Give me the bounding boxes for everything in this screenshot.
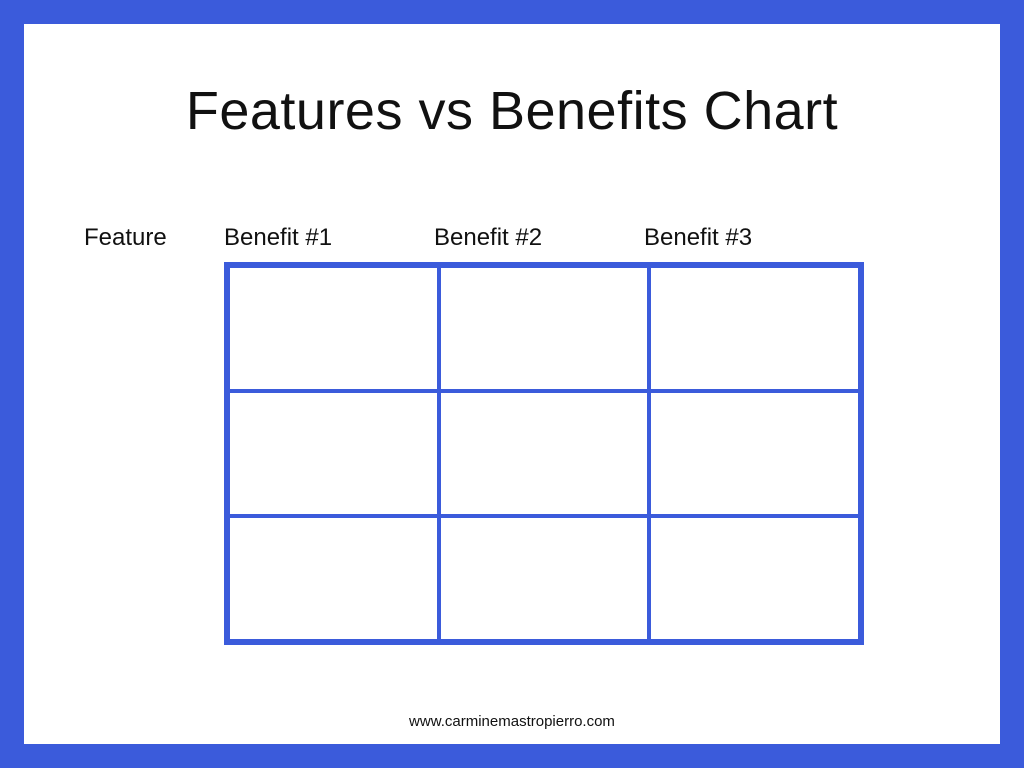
column-headers: Feature Benefit #1 Benefit #2 Benefit #3 xyxy=(84,224,940,252)
grid-cell xyxy=(228,391,439,516)
grid-cell xyxy=(649,266,860,391)
grid-cell xyxy=(649,516,860,641)
chart-title: Features vs Benefits Chart xyxy=(24,80,1000,142)
benefit2-column-header: Benefit #2 xyxy=(434,224,644,252)
footer-url: www.carminemastropierro.com xyxy=(24,713,1000,730)
benefit1-column-header: Benefit #1 xyxy=(224,224,434,252)
grid-cell xyxy=(439,391,650,516)
benefits-grid xyxy=(224,262,864,645)
grid-cell xyxy=(228,516,439,641)
chart-area: Feature Benefit #1 Benefit #2 Benefit #3 xyxy=(84,224,940,645)
grid-cell xyxy=(228,266,439,391)
grid-cell xyxy=(439,266,650,391)
grid-wrapper xyxy=(224,262,864,645)
feature-column-header: Feature xyxy=(84,224,224,252)
chart-frame: Features vs Benefits Chart Feature Benef… xyxy=(0,0,1024,768)
benefit3-column-header: Benefit #3 xyxy=(644,224,854,252)
grid-cell xyxy=(649,391,860,516)
grid-cell xyxy=(439,516,650,641)
